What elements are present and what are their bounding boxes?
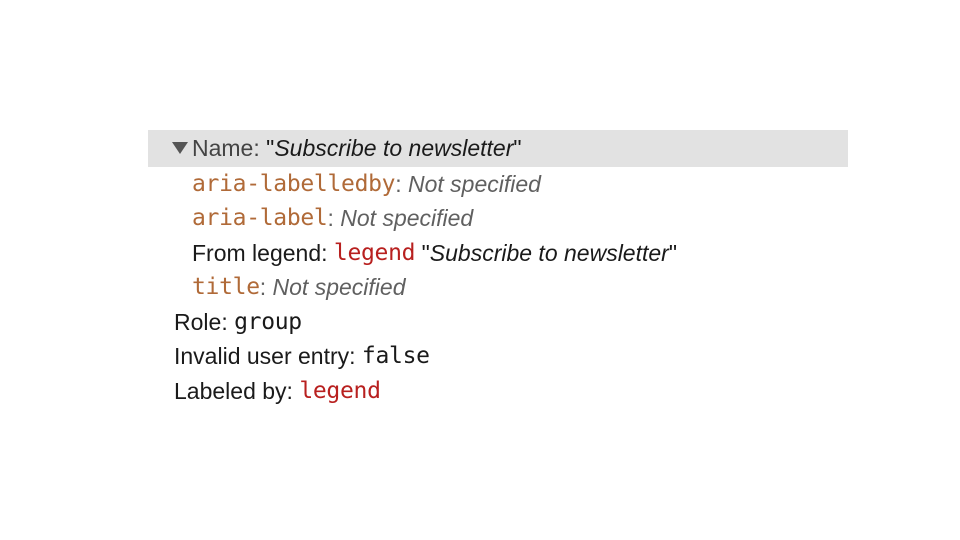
role-row: Role: group [148, 305, 848, 340]
title-attr: title [192, 270, 260, 305]
from-legend-value: "Subscribe to newsletter" [415, 236, 677, 271]
name-header-row[interactable]: Name: "Subscribe to newsletter" [148, 130, 848, 167]
labeled-by-label: Labeled by: [174, 374, 299, 409]
colon: : [260, 270, 273, 305]
name-label: Name: [192, 131, 266, 166]
labeled-by-row: Labeled by: legend [148, 374, 848, 409]
aria-labelledby-row: aria-labelledby: Not specified [148, 167, 848, 202]
accessibility-properties-panel: Name: "Subscribe to newsletter" aria-lab… [148, 130, 848, 408]
aria-labelledby-value: Not specified [408, 167, 541, 202]
name-value: "Subscribe to newsletter" [266, 131, 521, 166]
aria-label-attr: aria-label [192, 201, 327, 236]
aria-label-value: Not specified [340, 201, 473, 236]
role-value: group [234, 305, 302, 340]
invalid-entry-row: Invalid user entry: false [148, 339, 848, 374]
from-legend-row: From legend: legend "Subscribe to newsle… [148, 236, 848, 271]
invalid-entry-label: Invalid user entry: [174, 339, 362, 374]
colon: : [395, 167, 408, 202]
colon: : [327, 201, 340, 236]
disclosure-triangle-icon[interactable] [172, 142, 188, 154]
labeled-by-value: legend [299, 374, 380, 409]
title-row: title: Not specified [148, 270, 848, 305]
title-value: Not specified [273, 270, 406, 305]
legend-tag: legend [334, 236, 415, 271]
role-label: Role: [174, 305, 234, 340]
from-legend-label: From legend: [192, 236, 334, 271]
aria-labelledby-attr: aria-labelledby [192, 167, 395, 202]
invalid-entry-value: false [362, 339, 430, 374]
aria-label-row: aria-label: Not specified [148, 201, 848, 236]
